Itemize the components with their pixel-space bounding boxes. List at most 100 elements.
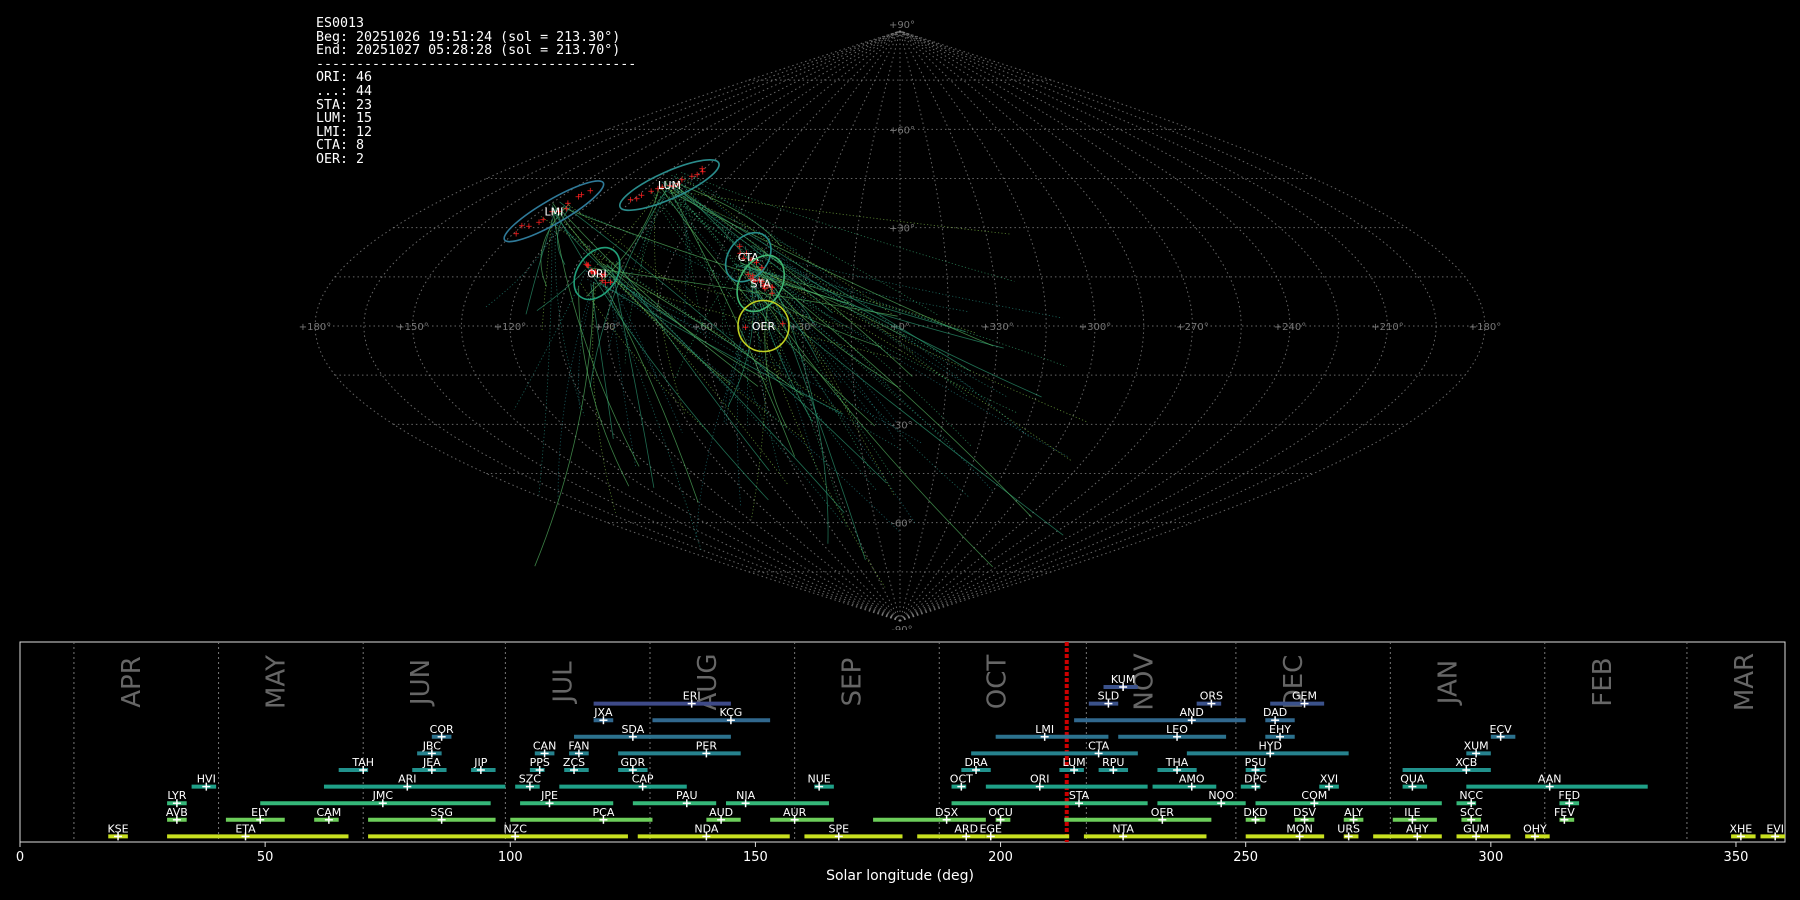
shower-code: COR (430, 723, 454, 736)
timeline-shower-scc: SCC (1460, 806, 1483, 824)
lat-tick-label: +60° (889, 125, 915, 136)
shower-label: ORI (587, 268, 607, 281)
timeline-shower-ors: ORS (1196, 690, 1223, 708)
shower-code: EVI (1766, 822, 1784, 835)
timeline-shower-cor: COR (430, 723, 454, 741)
meteor-trail (675, 173, 767, 429)
shower-code: CAN (533, 739, 556, 752)
shower-code: ORS (1200, 690, 1223, 703)
shower-code: URS (1337, 822, 1360, 835)
meteor-trail (671, 174, 938, 316)
x-tick-label: 0 (16, 850, 24, 865)
shower-code: SPE (828, 822, 849, 835)
shower-code: XUM (1464, 739, 1489, 752)
shower-label: LMI (544, 205, 563, 218)
timeline-shower-cam: CAM (314, 806, 341, 824)
shower-radiant-lmi: ++ + +++ + ++++ +LMI (503, 180, 605, 243)
shower-code: SCC (1460, 806, 1483, 819)
shower-code: NIA (736, 789, 755, 802)
shower-code: OHY (1523, 822, 1547, 835)
shower-code: DSV (1293, 806, 1316, 819)
shower-code: LMI (1035, 723, 1054, 736)
shower-code: COM (1301, 789, 1327, 802)
timeline-shower-avb: AVB (166, 806, 188, 824)
meteor-trail (651, 192, 720, 284)
shower-code: SSG (430, 806, 453, 819)
shower-code: FEV (1554, 806, 1575, 819)
timeline-shower-fed: FED (1558, 789, 1580, 808)
timeline-shower-szc: SZC (515, 773, 541, 791)
meteor-trail (687, 178, 974, 390)
timeline-shower-lum: LUM (1059, 756, 1086, 774)
timeline-shower-aly: ALY (1343, 806, 1364, 824)
timeline-shower-dkd: DKD (1243, 806, 1268, 824)
timeline-shower-xum: XUM (1464, 739, 1491, 758)
shower-code: ZCS (563, 756, 585, 769)
shower-code: AUR (783, 806, 807, 819)
radiant-marker: + (699, 168, 707, 178)
timeline-shower-ecv: ECV (1490, 723, 1516, 741)
shower-code: FED (1558, 789, 1580, 802)
shower-code: SLD (1098, 690, 1120, 703)
shower-code: SDA (621, 723, 644, 736)
shower-code: KCG (719, 706, 742, 719)
timeline-shower-jxa: JXA (593, 706, 614, 725)
shower-code: ERI (683, 690, 701, 703)
shower-code: EHY (1269, 723, 1291, 736)
shower-code: OCU (988, 806, 1012, 819)
meteor-trails (484, 172, 1087, 588)
shower-code: XHE (1729, 822, 1752, 835)
shower-code: ETA (235, 822, 256, 835)
shower-code: FAN (568, 739, 589, 752)
shower-code: DKD (1243, 806, 1267, 819)
timeline-shower-qua: QUA (1400, 773, 1428, 791)
shower-code: DAD (1263, 706, 1287, 719)
lon-tick-label: +210° (1371, 322, 1403, 333)
timeline-shower-zcs: ZCS (563, 756, 589, 774)
shower-code: JEA (422, 756, 441, 769)
meteor-trail (669, 190, 994, 347)
shower-code: NZC (503, 822, 527, 835)
meteor-trail (756, 252, 1063, 319)
lon-tick-label: +180° (1469, 322, 1501, 333)
lat-tick-label: -60° (891, 519, 912, 530)
month-label: OCT (982, 655, 1012, 710)
meteor-trail (765, 284, 895, 440)
shower-label: STA (750, 277, 771, 290)
x-tick-label: 300 (1478, 850, 1503, 865)
meteor-trail (671, 186, 971, 372)
shower-code: NDA (694, 822, 719, 835)
shower-code: PAU (676, 789, 698, 802)
shower-code: PCA (593, 806, 615, 819)
shower-code: JXA (593, 706, 613, 719)
timeline-shower-psu: PSU (1245, 756, 1266, 774)
timeline-xlabel: Solar longitude (deg) (826, 868, 974, 884)
month-label: SEP (838, 658, 868, 707)
shower-code: ILE (1404, 806, 1420, 819)
shower-code: CAP (632, 773, 654, 786)
meteor-trail (603, 265, 845, 513)
shower-code: PER (696, 739, 718, 752)
meteor-trail (731, 267, 916, 525)
shower-code: ORI (1030, 773, 1050, 786)
shower-code: PPS (530, 756, 550, 769)
lat-tick-label: +90° (889, 20, 915, 31)
shower-code: JPE (540, 789, 558, 802)
x-tick-label: 250 (1233, 850, 1258, 865)
shower-code: DSX (935, 806, 958, 819)
shower-code: KUM (1111, 673, 1135, 686)
radiant-marker: + (607, 278, 615, 288)
lon-tick-label: +180° (299, 322, 331, 333)
month-label: JUN (406, 659, 436, 707)
shower-code: CTA (1088, 739, 1110, 752)
radiant-marker: + (525, 222, 533, 232)
month-label: JUL (548, 661, 578, 705)
shower-label: OER (752, 320, 776, 333)
shower-code: LEO (1166, 723, 1188, 736)
timeline-shower-fan: FAN (568, 739, 589, 758)
shower-code: DPC (1244, 773, 1267, 786)
shower-code: AND (1180, 706, 1204, 719)
timeline-shower-gdr: GDR (618, 756, 648, 774)
timeline-shower-ohy: OHY (1523, 822, 1550, 841)
month-label: APR (117, 656, 147, 708)
